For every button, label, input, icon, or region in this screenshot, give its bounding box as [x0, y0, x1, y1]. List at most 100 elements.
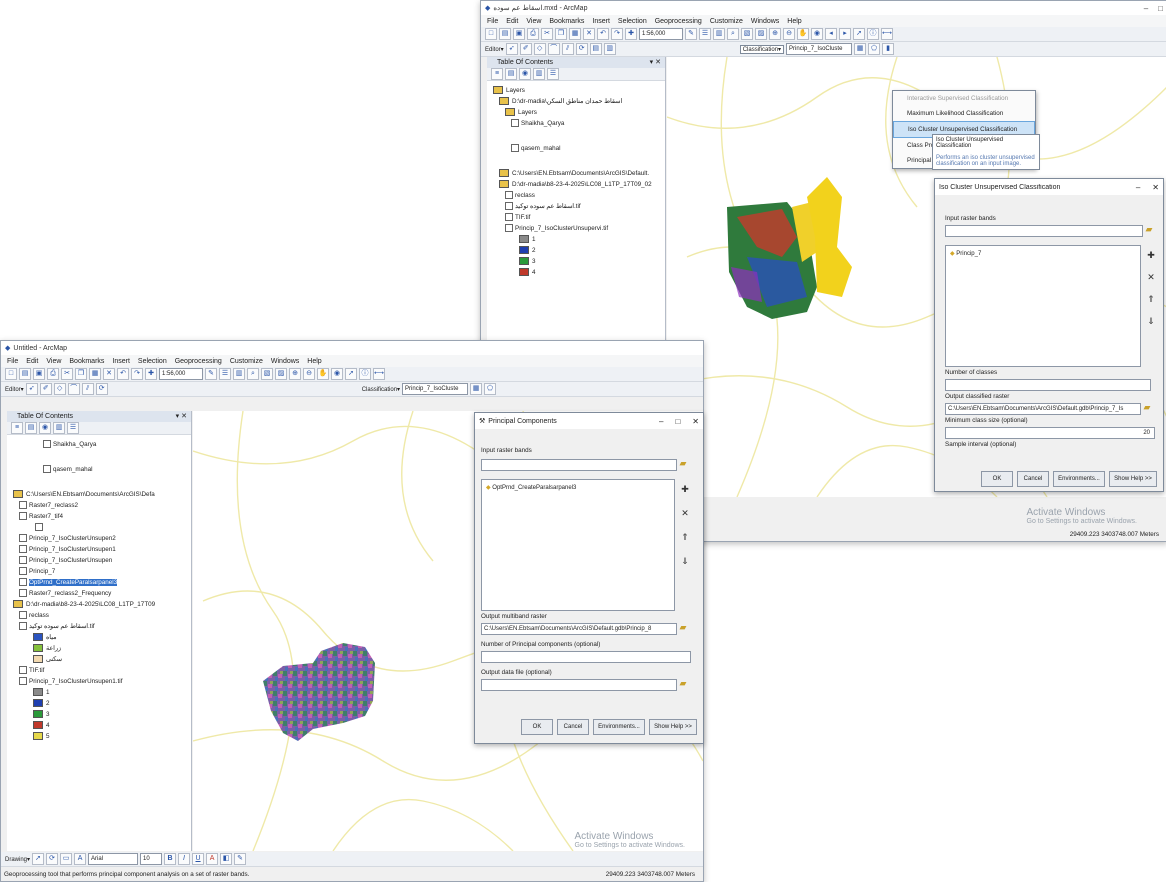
toc-row[interactable]: reclass	[493, 190, 665, 201]
toc-row[interactable]: Raster7_tif4	[13, 511, 191, 522]
options-icon[interactable]: ☰	[547, 68, 559, 80]
toc-row[interactable]: D:\dr-madia\b8-23-4-2025\LC08_L1TP_17T09	[13, 599, 191, 610]
toc-row[interactable]: Princip_7_IsoClusterUnsupen1.tif	[13, 676, 191, 687]
bold-icon[interactable]: B	[164, 853, 177, 865]
layer-checkbox[interactable]	[19, 677, 27, 686]
draw-polygon-icon[interactable]: ⬠	[484, 383, 497, 395]
rotate-icon[interactable]: ⟳	[575, 43, 588, 55]
menu-geoprocessing[interactable]: Geoprocessing	[175, 358, 222, 365]
toc-row[interactable]: Princip_7_IsoClusterUnsupen1	[13, 544, 191, 555]
identify-icon[interactable]: ⓘ	[359, 368, 371, 380]
menu-edit[interactable]: Edit	[26, 358, 38, 365]
split-icon[interactable]: ⫽	[561, 43, 574, 55]
toc-row[interactable]: TIF.tif	[493, 212, 665, 223]
environments-button[interactable]: Environments...	[593, 719, 645, 735]
menu-view[interactable]: View	[46, 358, 61, 365]
select-icon[interactable]: ➚	[345, 368, 357, 380]
sketch-props-icon[interactable]: ▥	[603, 43, 616, 55]
toc-row[interactable]: Raster7_reclass2_Frequency	[13, 588, 191, 599]
add-icon[interactable]: ✚	[679, 483, 691, 495]
menu-windows[interactable]: Windows	[751, 18, 779, 25]
font-name-combo[interactable]: Arial	[88, 853, 139, 865]
editor-menu[interactable]: Editor▾	[5, 386, 24, 393]
training-sample-icon[interactable]: ▦	[854, 43, 867, 55]
layer-checkbox[interactable]	[19, 622, 27, 631]
toc-row[interactable]: اسقاط عم سوده توكيد.tif	[13, 621, 191, 632]
font-color-icon[interactable]: A	[206, 853, 219, 865]
ok-button[interactable]: OK	[521, 719, 553, 735]
layer-checkbox[interactable]	[505, 202, 513, 211]
toc-row[interactable]: D:\dr-madia\b8-23-4-2025\LC08_L1TP_17T09…	[493, 179, 665, 190]
arctoolbox-icon[interactable]: ▧	[261, 368, 273, 380]
reshape-icon[interactable]: ⌒	[67, 383, 80, 395]
layer-combo[interactable]: Princip_7_IsoCluste	[402, 383, 469, 395]
minimize-icon[interactable]: –	[1136, 183, 1140, 192]
toc-row[interactable]: اسقاط عم سوده توكيد.tif	[493, 201, 665, 212]
pca-num-field[interactable]	[481, 651, 691, 663]
pca-datafile-field[interactable]	[481, 679, 677, 691]
pca-output-browse-icon[interactable]: ▰	[677, 621, 689, 633]
toc-row[interactable]	[13, 522, 191, 533]
search-icon[interactable]: ⌕	[247, 368, 259, 380]
layer-checkbox[interactable]	[19, 512, 27, 521]
open-icon[interactable]: ▤	[499, 28, 511, 40]
drawing-menu[interactable]: Drawing▾	[5, 856, 30, 863]
layer-checkbox[interactable]	[505, 224, 513, 233]
layer-combo[interactable]: Princip_7_IsoCluste	[786, 43, 853, 55]
menu-selection[interactable]: Selection	[138, 358, 167, 365]
layer-checkbox[interactable]	[511, 119, 519, 128]
toc-close-icon[interactable]: ▾ ✕	[650, 57, 665, 68]
catalog-icon[interactable]: ▥	[713, 28, 725, 40]
full-extent-icon[interactable]: ◉	[331, 368, 343, 380]
list-item[interactable]: ◆ Princip_7	[950, 250, 981, 257]
move-down-icon[interactable]: ⇓	[1145, 315, 1157, 327]
maximize-icon[interactable]: □	[675, 417, 680, 426]
sketch-icon[interactable]: ✐	[39, 383, 52, 395]
menu-edit[interactable]: Edit	[506, 18, 518, 25]
redo-icon[interactable]: ↷	[131, 368, 143, 380]
toc-row[interactable]: reclass	[13, 610, 191, 621]
menu-file[interactable]: File	[487, 18, 498, 25]
layer-checkbox[interactable]	[19, 534, 27, 543]
layer-checkbox[interactable]	[19, 567, 27, 576]
forward-extent-icon[interactable]: ▸	[839, 28, 851, 40]
back-extent-icon[interactable]: ◂	[825, 28, 837, 40]
toc-row[interactable]: Princip_7	[13, 566, 191, 577]
iso-input-list[interactable]: ◆ Princip_7	[945, 245, 1141, 367]
pca-datafile-browse-icon[interactable]: ▰	[677, 677, 689, 689]
dropdown-item-interactive-supervised[interactable]: Interactive Supervised Classification	[893, 91, 1035, 106]
zoom-out-icon[interactable]: ⊖	[783, 28, 795, 40]
pan-icon[interactable]: ✋	[317, 368, 329, 380]
maximize-icon[interactable]: □	[1158, 4, 1163, 13]
pca-browse-icon[interactable]: ▰	[677, 457, 689, 469]
cancel-button[interactable]: Cancel	[1017, 471, 1049, 487]
list-by-drawing-icon[interactable]: ≡	[491, 68, 503, 80]
iso-input-combo[interactable]	[945, 225, 1143, 237]
print-icon[interactable]: ⎙	[47, 368, 59, 380]
menu-windows[interactable]: Windows	[271, 358, 299, 365]
list-by-selection-icon[interactable]: ▥	[53, 422, 65, 434]
measure-icon[interactable]: ⟷	[881, 28, 893, 40]
minimize-icon[interactable]: –	[659, 417, 663, 426]
split-icon[interactable]: ⫽	[81, 383, 94, 395]
minimize-icon[interactable]: –	[1144, 4, 1148, 13]
select-elements-icon[interactable]: ➚	[32, 853, 45, 865]
toc-row[interactable]: Princip_7_IsoClusterUnsupen	[13, 555, 191, 566]
toc-row[interactable]: Layers	[493, 85, 665, 96]
layer-checkbox[interactable]	[505, 191, 513, 200]
identify-icon[interactable]: ⓘ	[867, 28, 879, 40]
toc-row[interactable]: C:\Users\EN.Ebtsam\Documents\ArcGIS\Defa	[13, 489, 191, 500]
toc-row-selected[interactable]: OptPrnd_CreateParalsarpanel3	[13, 577, 191, 588]
scale-combo[interactable]: 1:56,000	[639, 28, 683, 40]
iso-output-browse-icon[interactable]: ▰	[1141, 401, 1153, 413]
sketch-icon[interactable]: ✐	[519, 43, 532, 55]
pca-input-combo[interactable]	[481, 459, 677, 471]
font-size-combo[interactable]: 10	[140, 853, 163, 865]
zoom-in-icon[interactable]: ⊕	[769, 28, 781, 40]
draw-polygon-icon[interactable]: ⬠	[868, 43, 881, 55]
fill-color-icon[interactable]: ◧	[220, 853, 233, 865]
layer-checkbox[interactable]	[35, 523, 43, 532]
italic-icon[interactable]: I	[178, 853, 191, 865]
toc-row[interactable]: C:\Users\EN.Ebtsam\Documents\ArcGIS\Defa…	[493, 168, 665, 179]
toc-row[interactable]: Princip_7_IsoClusterUnsupen2	[13, 533, 191, 544]
